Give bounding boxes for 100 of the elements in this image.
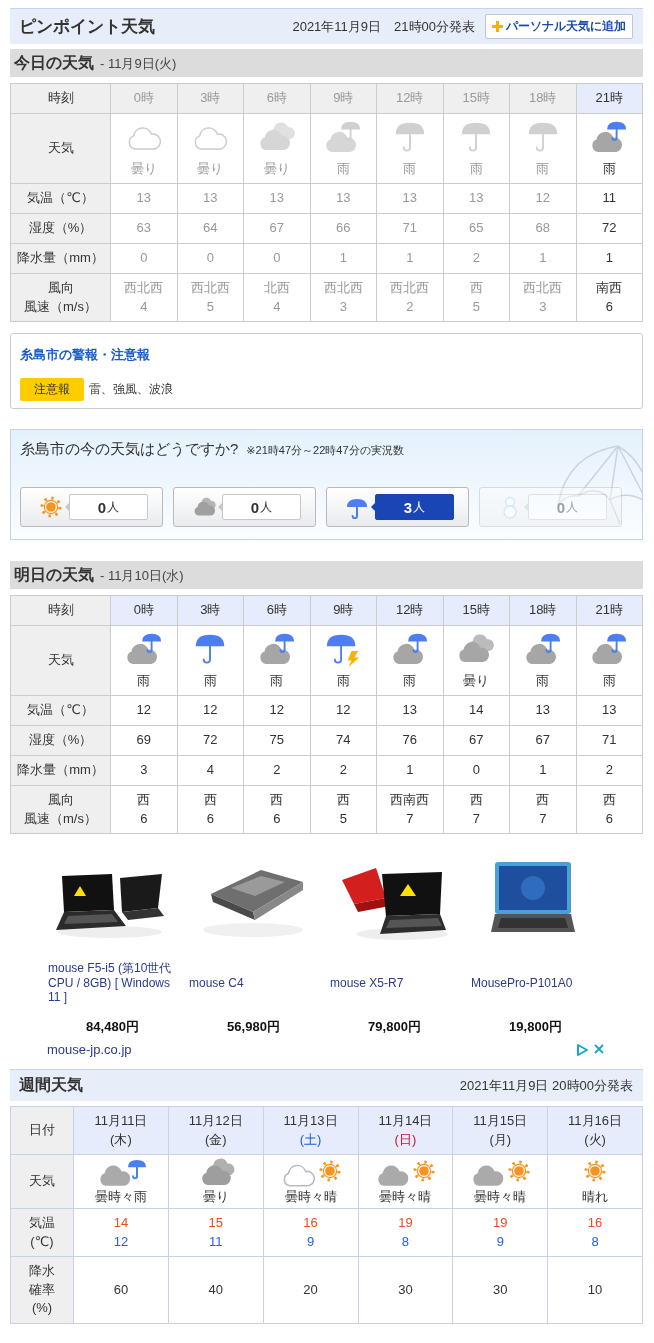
wind-direction: 西: [602, 790, 616, 809]
table-cell: 3: [111, 756, 177, 785]
row-label: 降水確率: [28, 1261, 56, 1299]
row-label: 気温（℃）: [27, 189, 94, 208]
table-cell: 60: [74, 1257, 168, 1323]
wind-speed: 6: [605, 297, 613, 316]
table-cell: 13: [510, 696, 576, 725]
wind-direction: 西: [270, 790, 284, 809]
row-label: 気温（℃）: [27, 701, 94, 720]
high-temp: 14: [113, 1213, 129, 1232]
product-price: 19,800円: [508, 1018, 563, 1036]
weather-label: 晴れ: [582, 1188, 609, 1207]
ad-info-icon[interactable]: [575, 1042, 589, 1057]
weather-label: 曇り: [130, 159, 157, 178]
column-header: 12時: [377, 596, 443, 625]
weather-label: 雨: [336, 159, 350, 178]
table-cell: 10: [548, 1257, 642, 1323]
weather-label: 曇時々雨: [94, 1188, 147, 1207]
date-label: 11月16日: [568, 1111, 623, 1130]
weather-vote-button[interactable]: 0人: [173, 487, 316, 527]
section-title: 週間天気: [19, 1075, 84, 1095]
add-button[interactable]: パーソナル天気に追加: [485, 14, 633, 39]
table-cell: 20: [263, 1257, 358, 1323]
poll-note: ※21時47分～22時47分の実況数: [246, 443, 404, 458]
close-icon[interactable]: [593, 1042, 605, 1055]
row-label: 降水量（mm）: [17, 249, 104, 268]
product-price: 79,800円: [367, 1018, 422, 1036]
weekday-label: (土): [299, 1130, 322, 1149]
sun-icon: [39, 495, 63, 519]
column-header: 0時: [111, 596, 177, 625]
table-cell: 74: [310, 726, 376, 755]
table-cell: 2: [244, 756, 310, 785]
low-temp: 12: [113, 1232, 129, 1251]
clouds-icon: [192, 495, 216, 519]
table-cell: 12: [244, 696, 310, 725]
table-cell: 12: [510, 184, 576, 213]
row-label: 降水量（mm）: [17, 761, 104, 780]
column-header: 21時: [576, 84, 642, 113]
table-cell: 0: [111, 244, 177, 273]
weather-label: 雨: [602, 159, 616, 178]
table-cell: 75: [244, 726, 310, 755]
low-temp: 8: [591, 1232, 599, 1251]
weather-label: 雨: [469, 159, 483, 178]
product-price: 84,480円: [85, 1018, 140, 1036]
weather-label: 雨: [403, 159, 417, 178]
table-cell: 13: [244, 184, 310, 213]
product-link[interactable]: MousePro-P101A0: [471, 975, 573, 991]
table-cell: 4: [177, 756, 243, 785]
weather-label: 曇り: [263, 159, 290, 178]
row-label: 天気: [29, 1172, 55, 1191]
advertiser-link[interactable]: mouse-jp.co.jp: [47, 1042, 575, 1057]
product-link[interactable]: mouse C4: [189, 975, 244, 991]
table-cell: 66: [310, 214, 376, 243]
warning-link[interactable]: 糸島市の警報・注意報: [20, 347, 150, 362]
row-label: 日付: [29, 1121, 55, 1140]
wind-speed: 3: [539, 297, 547, 316]
weather-vote-button[interactable]: 3人: [326, 487, 469, 527]
column-header: 6時: [244, 84, 310, 113]
table-cell: 76: [377, 726, 443, 755]
column-header: 12時: [377, 84, 443, 113]
high-temp: 16: [587, 1213, 603, 1232]
wind-speed: 5: [339, 809, 347, 828]
table-cell: 71: [576, 726, 642, 755]
wind-direction: 西: [203, 790, 217, 809]
table-cell: 13: [310, 184, 376, 213]
row-label: 天気: [47, 139, 74, 158]
table-cell: 0: [244, 244, 310, 273]
row-label: 時刻: [47, 601, 74, 620]
column-header: 15時: [443, 84, 509, 113]
plus-icon: [492, 21, 503, 32]
table-cell: 0: [177, 244, 243, 273]
table-cell: 67: [443, 726, 509, 755]
column-header: 9時: [310, 596, 376, 625]
wind-direction: 西: [536, 790, 550, 809]
high-temp: 16: [303, 1213, 318, 1232]
column-header: 15時: [443, 596, 509, 625]
weekday-label: (月): [489, 1130, 512, 1149]
column-header: 3時: [177, 596, 243, 625]
table-cell: 1: [510, 244, 576, 273]
wind-speed: 6: [273, 809, 281, 828]
table-cell: 72: [576, 214, 642, 243]
table-cell: 40: [168, 1257, 263, 1323]
weekday-label: (日): [394, 1130, 417, 1149]
table-cell: 13: [443, 184, 509, 213]
wind-speed: 4: [140, 297, 148, 316]
row-label: 湿度（%）: [28, 219, 93, 238]
wind-direction: 西: [336, 790, 350, 809]
wind-speed: 7: [472, 809, 480, 828]
wind-speed: 4: [273, 297, 281, 316]
table-cell: 1: [377, 756, 443, 785]
table-cell: 30: [453, 1257, 548, 1323]
weather-vote-button[interactable]: 0人: [20, 487, 163, 527]
row-label: 風速（m/s）: [24, 297, 97, 316]
table-cell: 63: [111, 214, 177, 243]
wind-speed: 5: [472, 297, 480, 316]
table-cell: 1: [510, 756, 576, 785]
product-link[interactable]: mouse F5-i5 (第10世代CPU / 8GB) [ Windows 11 ]: [48, 961, 177, 1005]
issued-time: 2021年11月9日 20時00分発表: [459, 1076, 633, 1095]
product-link[interactable]: mouse X5-R7: [330, 975, 404, 991]
table-cell: 14: [443, 696, 509, 725]
